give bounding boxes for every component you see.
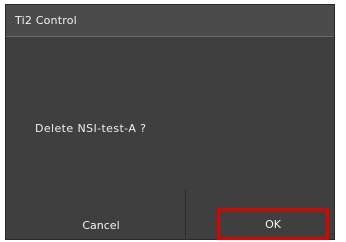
cancel-button[interactable]: Cancel bbox=[46, 212, 156, 238]
button-divider bbox=[185, 190, 186, 240]
cancel-button-label: Cancel bbox=[82, 218, 120, 232]
dialog-titlebar: Ti2 Control bbox=[6, 5, 334, 37]
delete-confirm-dialog: Ti2 Control Delete NSI-test-A ? Cancel O… bbox=[5, 4, 335, 240]
confirm-message: Delete NSI-test-A ? bbox=[35, 122, 147, 135]
ok-button[interactable]: OK bbox=[217, 208, 329, 240]
ok-button-label: OK bbox=[265, 217, 281, 231]
dialog-title: Ti2 Control bbox=[15, 14, 77, 27]
